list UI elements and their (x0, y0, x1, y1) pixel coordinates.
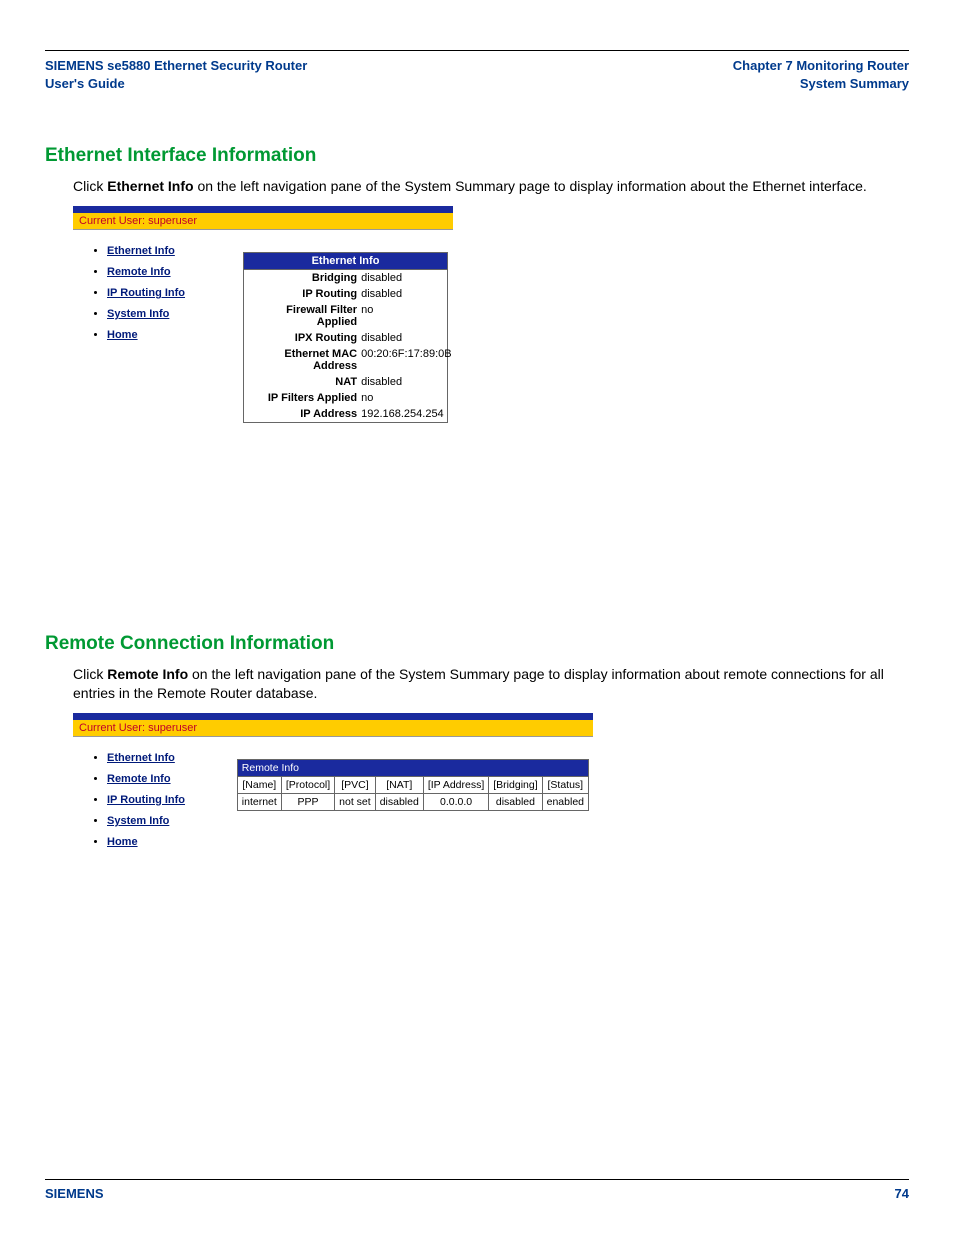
eth-label: Firewall Filter Applied (248, 304, 361, 328)
eth-label: Ethernet MAC Address (248, 348, 361, 372)
nav-pane: Ethernet Info Remote Info IP Routing Inf… (73, 737, 237, 865)
nav-pane: Ethernet Info Remote Info IP Routing Inf… (73, 230, 243, 358)
app-topbar (73, 206, 453, 213)
section-heading-remote: Remote Connection Information (45, 633, 909, 655)
para-pre: Click (73, 666, 107, 682)
remote-th: [Status] (542, 776, 588, 793)
section2-paragraph: Click Remote Info on the left navigation… (73, 665, 909, 703)
eth-label: NAT (248, 376, 361, 388)
remote-td: PPP (281, 793, 334, 810)
current-user-banner: Current User: superuser (73, 213, 453, 230)
remote-td: not set (335, 793, 376, 810)
eth-val: disabled (361, 332, 443, 344)
app-topbar (73, 713, 593, 720)
header-right-line1: Chapter 7 Monitoring Router (733, 57, 909, 75)
para-post: on the left navigation pane of the Syste… (194, 178, 867, 194)
remote-th: [Bridging] (489, 776, 542, 793)
current-user-banner: Current User: superuser (73, 720, 593, 737)
remote-th: [Name] (237, 776, 281, 793)
remote-td: disabled (489, 793, 542, 810)
eth-val: disabled (361, 288, 443, 300)
ethernet-info-table: Ethernet Info Bridgingdisabled IP Routin… (243, 252, 448, 423)
remote-th: [Protocol] (281, 776, 334, 793)
section1-paragraph: Click Ethernet Info on the left navigati… (73, 177, 909, 196)
eth-label: Bridging (248, 272, 361, 284)
remote-table-title: Remote Info (237, 759, 588, 776)
doc-footer: SIEMENS 74 (45, 1179, 909, 1201)
doc-header: SIEMENS se5880 Ethernet Security Router … (45, 57, 909, 95)
nav-ethernet-info[interactable]: Ethernet Info (107, 752, 175, 764)
nav-remote-info[interactable]: Remote Info (107, 773, 171, 785)
nav-ip-routing-info[interactable]: IP Routing Info (107, 794, 185, 806)
footer-brand: SIEMENS (45, 1186, 104, 1201)
footer-page: 74 (895, 1186, 909, 1201)
eth-val: 192.168.254.254 (361, 408, 444, 420)
eth-label: IP Filters Applied (248, 392, 361, 404)
remote-td: enabled (542, 793, 588, 810)
eth-val: no (361, 392, 443, 404)
eth-label: IP Routing (248, 288, 361, 300)
remote-info-table: Remote Info [Name] [Protocol] [PVC] [NAT… (237, 759, 589, 811)
section-heading-ethernet: Ethernet Interface Information (45, 145, 909, 167)
para-bold: Remote Info (107, 666, 188, 682)
eth-table-title: Ethernet Info (244, 253, 447, 270)
remote-th: [NAT] (375, 776, 423, 793)
nav-ip-routing-info[interactable]: IP Routing Info (107, 287, 185, 299)
nav-home[interactable]: Home (107, 329, 138, 341)
remote-td: internet (237, 793, 281, 810)
eth-label: IPX Routing (248, 332, 361, 344)
para-post: on the left navigation pane of the Syste… (73, 666, 884, 701)
ethernet-screenshot: Current User: superuser Ethernet Info Re… (73, 206, 453, 423)
eth-val: disabled (361, 376, 443, 388)
eth-val: disabled (361, 272, 443, 284)
nav-system-info[interactable]: System Info (107, 815, 169, 827)
nav-ethernet-info[interactable]: Ethernet Info (107, 245, 175, 257)
para-pre: Click (73, 178, 107, 194)
para-bold: Ethernet Info (107, 178, 193, 194)
remote-th: [IP Address] (423, 776, 488, 793)
header-left-line1: SIEMENS se5880 Ethernet Security Router (45, 57, 307, 75)
header-right-line2: System Summary (733, 75, 909, 93)
remote-td: disabled (375, 793, 423, 810)
eth-label: IP Address (248, 408, 361, 420)
header-left-line2: User's Guide (45, 75, 307, 93)
nav-system-info[interactable]: System Info (107, 308, 169, 320)
eth-val: no (361, 304, 443, 328)
remote-td: 0.0.0.0 (423, 793, 488, 810)
eth-val: 00:20:6F:17:89:0B (361, 348, 452, 372)
nav-remote-info[interactable]: Remote Info (107, 266, 171, 278)
remote-th: [PVC] (335, 776, 376, 793)
nav-home[interactable]: Home (107, 836, 138, 848)
remote-screenshot: Current User: superuser Ethernet Info Re… (73, 713, 593, 865)
